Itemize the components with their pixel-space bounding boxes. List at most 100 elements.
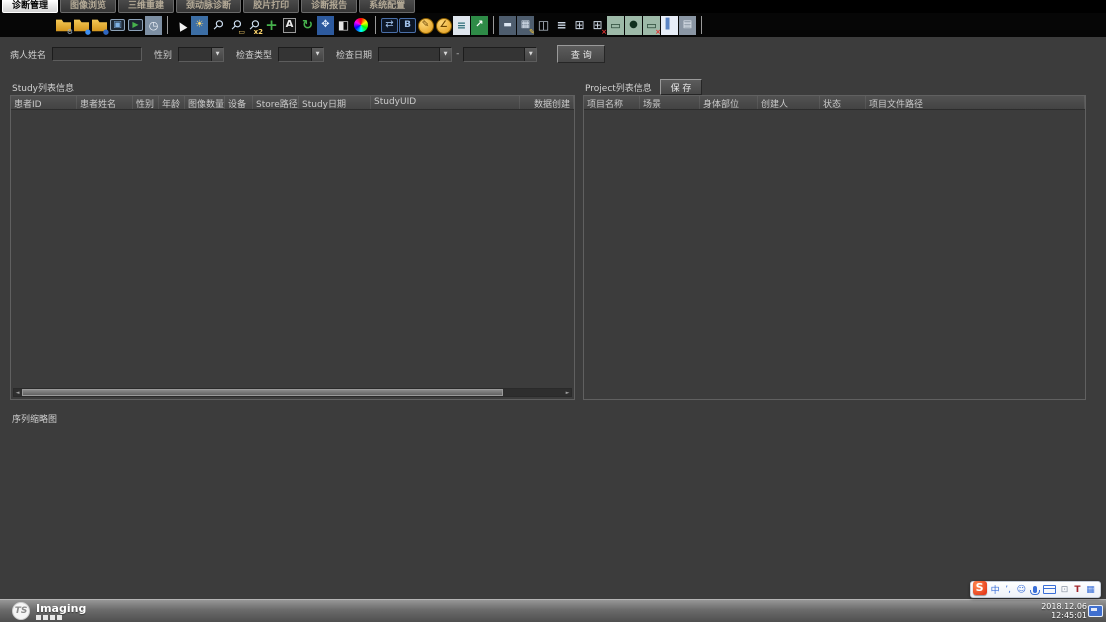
window-level-icon-glyph: ☀ xyxy=(195,20,204,30)
export-image-icon[interactable]: ↗ xyxy=(471,16,488,35)
tab-carotid-diagnosis[interactable]: 颈动脉诊断 xyxy=(176,0,241,13)
column-highlight-icon[interactable]: ▌ xyxy=(661,16,678,35)
chevron-down-icon[interactable]: ▼ xyxy=(211,48,223,61)
single-layout-icon-glyph: ▬ xyxy=(503,21,512,30)
open-study-folder-icon[interactable]: ⚙ xyxy=(55,16,72,35)
column-header-study-date[interactable]: Study日期 xyxy=(299,96,371,109)
zoom-icon[interactable]: ⚲ xyxy=(209,16,226,35)
study-panel: 患者ID患者姓名性别年龄图像数量设备Store路径Study日期StudyUID… xyxy=(10,95,575,400)
column-header-device[interactable]: 设备 xyxy=(225,96,253,109)
tab-system-config[interactable]: 系统配置 xyxy=(359,0,415,13)
chevron-down-icon[interactable]: ▼ xyxy=(311,48,323,61)
invert-icon[interactable]: ◧ xyxy=(335,16,352,35)
window-level-icon[interactable]: ☀ xyxy=(191,16,208,35)
two-column-layout-icon[interactable]: ◫ xyxy=(535,16,552,35)
zoom-region-icon[interactable]: ⚲▭ xyxy=(227,16,244,35)
toolbox-icon[interactable]: ▦ xyxy=(1086,583,1095,596)
date-to-select[interactable]: ▼ xyxy=(463,47,537,62)
scroll-right-icon[interactable]: ► xyxy=(564,390,571,396)
fit-to-window-icon[interactable]: ✥ xyxy=(317,16,334,35)
measure-angle-icon[interactable]: ∠ xyxy=(435,16,452,35)
gender-select-value xyxy=(179,48,211,61)
measure-length-icon[interactable]: ✎ xyxy=(417,16,434,35)
close-layout-icon-badge: × xyxy=(601,29,607,36)
measure-length-icon-glyph: ✎ xyxy=(422,21,430,30)
zoom-icon-glyph: ⚲ xyxy=(210,17,226,33)
grid-layout-icon[interactable]: ⊞ xyxy=(571,16,588,35)
voice-input-icon[interactable] xyxy=(1030,583,1039,596)
input-mode-chinese-icon[interactable]: 中 xyxy=(991,583,1000,596)
color-palette-icon[interactable] xyxy=(353,16,370,35)
column-header-body-part[interactable]: 身体部位 xyxy=(700,96,758,109)
column-header-image-count[interactable]: 图像数量 xyxy=(185,96,225,109)
sync-study-folder-icon[interactable]: ● xyxy=(91,16,108,35)
project-panel-title: Project列表信息 xyxy=(585,81,652,94)
import-study-folder-icon[interactable]: ● xyxy=(73,16,90,35)
row-layout-icon[interactable]: ≡ xyxy=(553,16,570,35)
ellipse-roi-icon[interactable]: ● xyxy=(625,16,642,35)
sogou-logo-icon[interactable]: S xyxy=(973,581,987,595)
save-button[interactable]: 保 存 xyxy=(660,79,702,95)
column-header-scene[interactable]: 场景 xyxy=(640,96,700,109)
column-header-age[interactable]: 年龄 xyxy=(159,96,185,109)
language-bar-icon[interactable] xyxy=(1088,605,1103,617)
rect-roi-icon[interactable]: ▭ xyxy=(607,16,624,35)
invert-icon-glyph: ◧ xyxy=(338,19,349,31)
refresh-icon[interactable]: ↻ xyxy=(299,16,316,35)
tab-3d-reconstruction[interactable]: 三维重建 xyxy=(118,0,174,13)
tab-diagnosis-report[interactable]: 诊断报告 xyxy=(301,0,357,13)
delete-roi-icon[interactable]: ▭× xyxy=(643,16,660,35)
patient-name-input[interactable] xyxy=(52,47,142,61)
exam-type-select[interactable]: ▼ xyxy=(278,47,324,62)
punctuation-mode-icon[interactable]: ’, xyxy=(1004,583,1013,596)
report-notes-icon[interactable]: ≡ xyxy=(453,16,470,35)
pan-icon[interactable]: + xyxy=(263,16,280,35)
chevron-down-icon[interactable]: ▼ xyxy=(524,48,536,61)
column-header-file-path[interactable]: 项目文件路径 xyxy=(866,96,1085,109)
pointer-cursor-icon[interactable]: ▲ xyxy=(173,16,190,35)
column-header-project-name[interactable]: 项目名称 xyxy=(584,96,640,109)
import-image-icon[interactable]: ▶ xyxy=(127,16,144,35)
tab-image-browse[interactable]: 图像浏览 xyxy=(60,0,116,13)
rect-roi-icon-glyph: ▭ xyxy=(610,20,620,31)
text-annotation-icon[interactable]: A xyxy=(281,16,298,35)
column-header-patient-id[interactable]: 患者ID xyxy=(11,96,77,109)
preset-window-icon[interactable]: B xyxy=(399,16,416,35)
brand-block: Imaging xyxy=(36,603,86,620)
single-layout-icon[interactable]: ▬ xyxy=(499,16,516,35)
emoji-icon[interactable]: ☺ xyxy=(1017,583,1026,596)
column-header-store-path[interactable]: Store路径 xyxy=(253,96,299,109)
column-header-gender[interactable]: 性别 xyxy=(133,96,159,109)
close-layout-icon[interactable]: ⊞× xyxy=(589,16,606,35)
column-header-data-created[interactable]: 数据创建 xyxy=(520,96,574,109)
study-table-hscrollbar[interactable]: ◄ ► xyxy=(13,388,572,397)
soft-keyboard-icon[interactable] xyxy=(1043,583,1056,596)
column-header-study-uid[interactable]: StudyUID xyxy=(371,96,520,109)
zoom-2x-icon[interactable]: ⚲x2 xyxy=(245,16,262,35)
column-header-patient-name[interactable]: 患者姓名 xyxy=(77,96,133,109)
system-clock[interactable]: 2018.12.06 12:45:01 xyxy=(1041,602,1087,620)
column-header-creator[interactable]: 创建人 xyxy=(758,96,820,109)
patient-name-label: 病人姓名 xyxy=(10,48,46,61)
tab-film-print[interactable]: 胶片打印 xyxy=(243,0,299,13)
fit-to-window-icon-glyph: ✥ xyxy=(321,20,329,30)
chevron-down-icon[interactable]: ▼ xyxy=(439,48,451,61)
export-device-icon[interactable]: ▤ xyxy=(679,16,696,35)
tab-diagnosis-management[interactable]: 诊断管理 xyxy=(2,0,58,13)
date-from-select[interactable]: ▼ xyxy=(378,47,452,62)
brand-seal-icons xyxy=(36,615,86,620)
query-button[interactable]: 查 询 xyxy=(557,45,605,63)
scroll-left-icon[interactable]: ◄ xyxy=(14,390,21,396)
tab-bar: 诊断管理图像浏览三维重建颈动脉诊断胶片打印诊断报告系统配置 xyxy=(0,0,1106,13)
window-width-level-icon[interactable]: ⇄ xyxy=(381,16,398,35)
keyboard-shape xyxy=(1043,585,1056,594)
archive-history-icon-glyph: ◷ xyxy=(149,20,159,31)
screenshot-icon[interactable]: ⊡ xyxy=(1060,583,1069,596)
layout-settings-icon[interactable]: ▦✎ xyxy=(517,16,534,35)
scrollbar-thumb[interactable] xyxy=(22,389,503,396)
gender-select[interactable]: ▼ xyxy=(178,47,224,62)
image-viewer-icon[interactable]: ▣ xyxy=(109,16,126,35)
column-header-status[interactable]: 状态 xyxy=(820,96,866,109)
archive-history-icon[interactable]: ◷ xyxy=(145,16,162,35)
skin-icon[interactable]: T xyxy=(1073,583,1082,596)
